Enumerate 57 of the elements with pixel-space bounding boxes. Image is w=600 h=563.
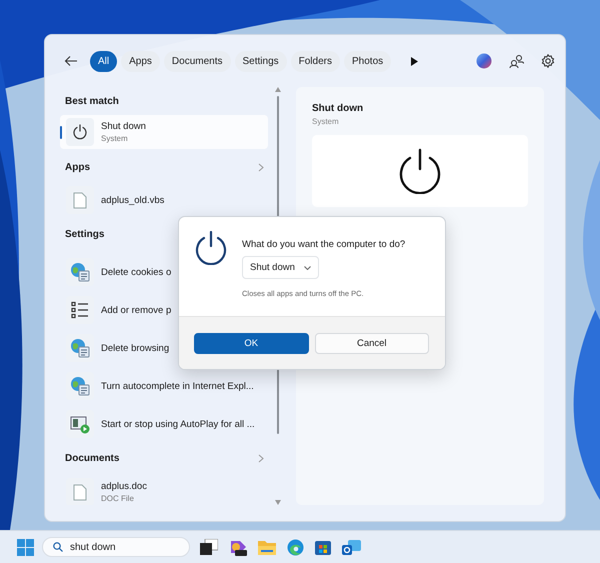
- filter-tab[interactable]: Apps: [121, 50, 160, 72]
- app-icon[interactable]: [229, 538, 247, 556]
- result-title: adplus_old.vbs: [101, 194, 164, 206]
- power-icon: [398, 148, 442, 194]
- mail-icon[interactable]: [342, 538, 361, 556]
- globe-settings-icon: [70, 376, 90, 396]
- result-item[interactable]: Turn autocomplete in Internet Expl...: [60, 367, 268, 405]
- filter-tab[interactable]: Settings: [234, 50, 287, 72]
- windows-logo-icon[interactable]: [17, 538, 34, 556]
- list-icon: [71, 301, 89, 319]
- filter-tab[interactable]: Documents: [164, 50, 230, 72]
- autoplay-icon: [70, 414, 90, 434]
- filter-tab[interactable]: All: [90, 50, 118, 72]
- result-title: Turn autocomplete in Internet Expl...: [101, 380, 254, 392]
- browser-icon[interactable]: [287, 538, 304, 556]
- section-heading: Settings: [65, 228, 104, 240]
- result-item[interactable]: adplus.doc DOC File: [60, 473, 268, 505]
- selection-indicator: [60, 126, 62, 139]
- globe-settings-icon: [70, 338, 90, 358]
- taskbar-search-field[interactable]: shut down: [42, 537, 190, 557]
- shutdown-option-dropdown[interactable]: Shut down: [242, 256, 319, 279]
- power-icon: [72, 124, 88, 140]
- result-item[interactable]: Start or stop using AutoPlay for all ...: [60, 405, 268, 443]
- result-subtitle: DOC File: [101, 494, 135, 503]
- preview-title: Shut down: [312, 103, 364, 114]
- play-icon[interactable]: [411, 56, 418, 66]
- folder-icon[interactable]: [258, 540, 276, 554]
- result-title: adplus.doc: [101, 481, 147, 492]
- dialog-question: What do you want the computer to do?: [242, 239, 406, 250]
- filter-tab[interactable]: Photos: [344, 50, 392, 72]
- section-heading: Best match: [65, 96, 119, 106]
- preview-subtitle: System: [312, 117, 340, 126]
- result-title: Shut down: [101, 121, 146, 132]
- result-item[interactable]: adplus_old.vbs: [60, 185, 268, 215]
- back-arrow-icon: [64, 55, 78, 67]
- orb-icon[interactable]: [476, 53, 492, 69]
- settings-icon[interactable]: [541, 54, 555, 68]
- ok-button[interactable]: OK: [194, 333, 308, 354]
- stacked-windows-icon[interactable]: [200, 539, 218, 555]
- people-icon[interactable]: [509, 54, 524, 68]
- result-title: Delete cookies o: [101, 266, 172, 278]
- store-icon[interactable]: [315, 539, 331, 555]
- result-item[interactable]: Shut down System: [60, 115, 268, 149]
- chevron-down-icon: [304, 266, 311, 270]
- filter-tab[interactable]: Folders: [290, 50, 340, 72]
- section-heading: Apps: [65, 162, 90, 172]
- section-heading: Documents: [65, 452, 120, 464]
- result-title: Delete browsing: [101, 342, 170, 354]
- cancel-button[interactable]: Cancel: [314, 333, 429, 354]
- power-icon: [195, 231, 227, 265]
- globe-settings-icon: [70, 262, 90, 282]
- result-title: Add or remove p: [101, 304, 172, 316]
- file-icon: [73, 192, 87, 208]
- search-icon: [53, 542, 63, 552]
- file-icon: [73, 484, 87, 500]
- result-subtitle: System: [101, 134, 129, 143]
- result-title: Start or stop using AutoPlay for all ...: [101, 418, 255, 430]
